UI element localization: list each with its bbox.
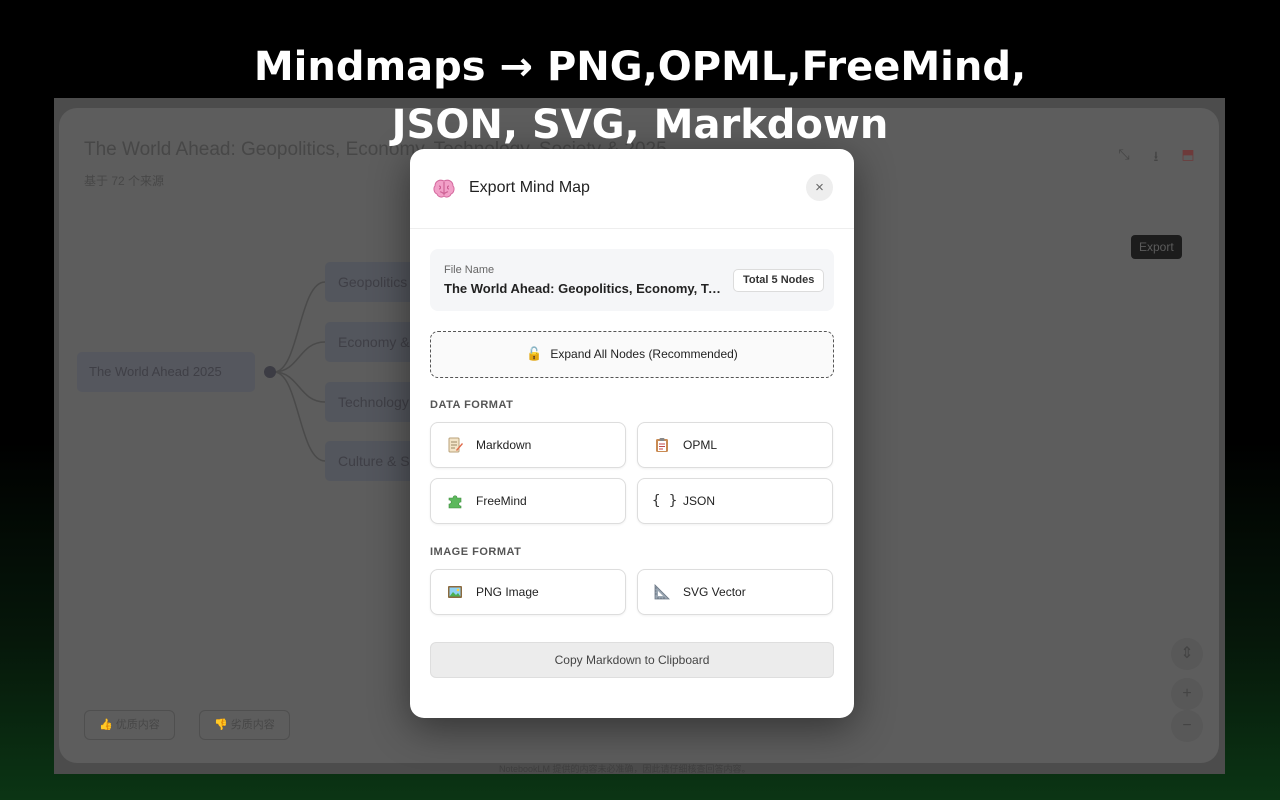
- headline-line-2: JSON, SVG, Markdown: [391, 102, 889, 148]
- export-markdown-button[interactable]: Markdown: [430, 422, 626, 468]
- image-format-heading: IMAGE FORMAT: [430, 546, 522, 558]
- mindmap-child-node[interactable]: Geopolitics: [325, 262, 421, 302]
- disclaimer: NotebookLM 提供的内容未必准确，因此请仔细核查回答内容。: [499, 764, 751, 774]
- triangle-ruler-icon: [654, 584, 670, 600]
- mindmap-child-node[interactable]: Economy & T: [325, 322, 421, 362]
- export-svg-button[interactable]: SVG Vector: [637, 569, 833, 615]
- file-info-card: File Name The World Ahead: Geopolitics, …: [430, 249, 834, 311]
- freemind-label: FreeMind: [476, 494, 527, 508]
- node-count-badge: Total 5 Nodes: [733, 269, 825, 292]
- thumbs-down-button[interactable]: 👎 劣质内容: [199, 710, 290, 740]
- copy-markdown-button[interactable]: Copy Markdown to Clipboard: [430, 642, 834, 678]
- export-freemind-button[interactable]: FreeMind: [430, 478, 626, 524]
- export-modal: Export Mind Map × File Name The World Ah…: [410, 149, 854, 718]
- brain-icon: [433, 179, 455, 198]
- file-name-value: The World Ahead: Geopolitics, Economy, T…: [444, 281, 722, 296]
- close-icon: ×: [815, 179, 824, 196]
- unlock-icon: 🔓: [526, 346, 543, 361]
- export-tooltip: Export: [1131, 235, 1182, 259]
- thumbs-up-button[interactable]: 👍 优质内容: [84, 710, 175, 740]
- memo-icon: [448, 437, 463, 453]
- modal-header: Export Mind Map ×: [410, 149, 854, 229]
- close-button[interactable]: ×: [806, 174, 833, 201]
- expand-all-label: Expand All Nodes (Recommended): [550, 347, 738, 361]
- export-opml-button[interactable]: OPML: [637, 422, 833, 468]
- file-name-label: File Name: [444, 264, 495, 276]
- modal-title: Export Mind Map: [469, 179, 590, 196]
- export-json-button[interactable]: { } JSON: [637, 478, 833, 524]
- headline: Mindmaps → PNG,OPML,FreeMind, JSON, SVG,…: [0, 38, 1280, 154]
- puzzle-icon: [448, 495, 462, 509]
- clipboard-icon: [656, 438, 668, 452]
- collapse-node-handle[interactable]: [264, 366, 276, 378]
- json-label: JSON: [683, 494, 716, 508]
- headline-line-1: Mindmaps → PNG,OPML,FreeMind,: [253, 44, 1027, 90]
- png-label: PNG Image: [476, 585, 539, 599]
- good-content-label: 优质内容: [115, 719, 160, 731]
- markdown-label: Markdown: [476, 438, 532, 452]
- zoom-in-icon[interactable]: +: [1171, 678, 1203, 710]
- braces-icon: { }: [652, 493, 678, 509]
- opml-label: OPML: [683, 438, 718, 452]
- export-png-button[interactable]: PNG Image: [430, 569, 626, 615]
- expand-all-nodes-button[interactable]: 🔓 Expand All Nodes (Recommended): [430, 331, 834, 378]
- data-format-heading: DATA FORMAT: [430, 399, 514, 411]
- mindmap-child-node[interactable]: Technology: [325, 382, 421, 422]
- mindmap-root-node[interactable]: The World Ahead 2025: [77, 352, 255, 392]
- mindmap-child-node[interactable]: Culture & S: [325, 441, 421, 481]
- picture-icon: [448, 586, 462, 598]
- zoom-out-icon[interactable]: −: [1171, 710, 1203, 742]
- expand-collapse-icon[interactable]: ⇕: [1171, 638, 1203, 670]
- svg-label: SVG Vector: [683, 585, 746, 599]
- bad-content-label: 劣质内容: [230, 719, 275, 731]
